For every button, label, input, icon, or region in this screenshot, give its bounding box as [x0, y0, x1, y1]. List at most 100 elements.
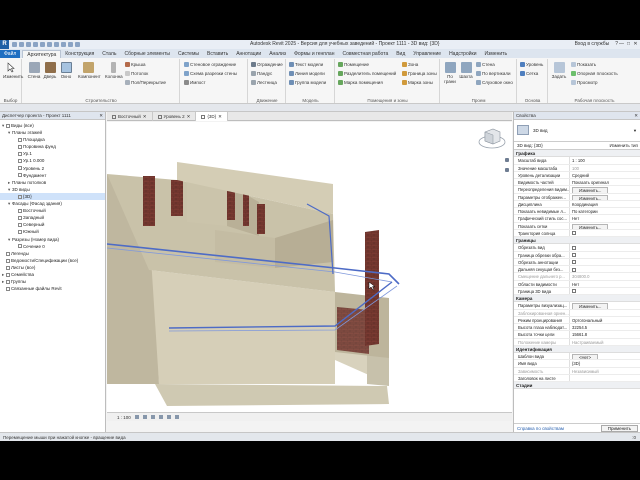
- close-icon[interactable]: ✕: [143, 112, 147, 121]
- property-value[interactable]: [570, 266, 640, 272]
- property-value[interactable]: 15661.8: [570, 331, 640, 337]
- property-edit-button[interactable]: Изменить...: [572, 223, 609, 229]
- redo-icon[interactable]: [40, 42, 45, 47]
- property-value[interactable]: Средний: [570, 172, 640, 178]
- close-icon[interactable]: ✕: [187, 112, 191, 121]
- browser-item[interactable]: ▾ 3D виды: [0, 186, 105, 193]
- stair-button[interactable]: Лестница: [251, 80, 277, 85]
- browser-item[interactable]: ▸ Планы потолков: [0, 179, 105, 186]
- maximize-button[interactable]: □: [625, 40, 632, 49]
- property-checkbox[interactable]: [572, 253, 576, 257]
- browser-item[interactable]: ▾ Виды (все): [0, 122, 105, 129]
- property-checkbox[interactable]: [572, 260, 576, 265]
- property-value[interactable]: Нет: [570, 281, 640, 287]
- mullion-button[interactable]: Импост: [184, 80, 206, 85]
- temporary-hide-icon[interactable]: [174, 415, 179, 419]
- property-value[interactable]: [570, 230, 640, 236]
- property-value[interactable]: Ортогональный: [570, 317, 640, 323]
- close-icon[interactable]: ✕: [634, 112, 638, 120]
- property-value[interactable]: Нет: [570, 215, 640, 221]
- vertical-opening-button[interactable]: По вертикали: [476, 71, 511, 76]
- browser-item[interactable]: ▸ Семейства: [0, 271, 105, 278]
- window-button[interactable]: Окно: [58, 62, 74, 79]
- print-icon[interactable]: [47, 42, 52, 47]
- view-tab-2[interactable]: {3D} ✕: [196, 112, 228, 121]
- ribbon-tab-14[interactable]: Изменить: [481, 50, 512, 58]
- save-icon[interactable]: [19, 42, 24, 47]
- visual-style-icon[interactable]: [142, 415, 147, 419]
- by-face-button[interactable]: По грани: [442, 62, 458, 84]
- close-icon[interactable]: ✕: [218, 112, 222, 121]
- tag-room-button[interactable]: Марка помещения: [338, 80, 383, 85]
- property-value[interactable]: По категории: [570, 208, 640, 214]
- property-value[interactable]: Показать оригинал: [570, 179, 640, 185]
- property-group-header[interactable]: Идентификация: [514, 345, 640, 353]
- view-cube[interactable]: [478, 126, 506, 150]
- browser-item[interactable]: Площадка: [0, 136, 105, 143]
- curtain-system-button[interactable]: Стеновое ограждение: [184, 62, 236, 67]
- properties-help-link[interactable]: Справка по свойствам: [517, 424, 564, 432]
- ribbon-tab-0[interactable]: Файл: [0, 50, 21, 58]
- shaft-button[interactable]: Шахта: [458, 62, 474, 79]
- level-button[interactable]: Уровень: [520, 62, 543, 67]
- text-icon[interactable]: [68, 42, 73, 47]
- zoom-icon[interactable]: [505, 168, 509, 172]
- browser-item[interactable]: {3D}: [0, 192, 105, 201]
- close-button[interactable]: ✕: [632, 40, 639, 49]
- ribbon-tab-13[interactable]: Надстройки: [445, 50, 480, 58]
- model-text-button[interactable]: Текст модели: [289, 62, 323, 67]
- browser-item[interactable]: ▾ Разрезы (Номер вида): [0, 236, 105, 243]
- dormer-button[interactable]: Слуховое окно: [476, 80, 513, 85]
- property-value[interactable]: 1 : 100: [570, 157, 640, 163]
- ribbon-tab-6[interactable]: Вставить: [203, 50, 232, 58]
- property-value[interactable]: [570, 375, 640, 381]
- open-icon[interactable]: [12, 42, 17, 47]
- roof-button[interactable]: Крыша: [125, 62, 145, 67]
- railing-button[interactable]: Ограждение: [251, 62, 283, 67]
- ramp-button[interactable]: Пандус: [251, 71, 272, 76]
- component-button[interactable]: Компонент: [78, 62, 101, 79]
- property-value[interactable]: 32254.5: [570, 324, 640, 330]
- undo-icon[interactable]: [33, 42, 38, 47]
- browser-item[interactable]: Восточный: [0, 207, 105, 214]
- tag-area-button[interactable]: Марка зоны: [402, 80, 433, 85]
- viewer-button[interactable]: Просмотр: [571, 80, 598, 85]
- revit-logo[interactable]: R: [0, 40, 9, 49]
- property-value[interactable]: Изменить...: [570, 186, 640, 193]
- ribbon-tab-12[interactable]: Управление: [409, 50, 445, 58]
- grid-button[interactable]: Сетка: [520, 71, 538, 76]
- ribbon-tab-9[interactable]: Формы и генплан: [290, 50, 338, 58]
- browser-item[interactable]: ▸ Группы: [0, 278, 105, 285]
- view-scale[interactable]: 1 : 100: [117, 413, 131, 422]
- wall-button[interactable]: Стена: [26, 62, 42, 79]
- property-value[interactable]: <Нет>: [570, 353, 640, 360]
- ribbon-tab-2[interactable]: Конструкция: [61, 50, 98, 58]
- apply-button[interactable]: Применить: [600, 425, 638, 432]
- property-group-header[interactable]: Графика: [514, 150, 640, 158]
- building-model[interactable]: [107, 122, 512, 412]
- floor-button[interactable]: Пол/Перекрытие: [125, 80, 166, 85]
- minimize-button[interactable]: —: [618, 40, 625, 49]
- browser-item[interactable]: Сечение 0: [0, 243, 105, 250]
- column-button[interactable]: Колонна: [105, 62, 123, 79]
- property-group-header[interactable]: Стадии: [514, 382, 640, 390]
- detail-level-icon[interactable]: [134, 415, 139, 419]
- property-value[interactable]: [570, 244, 640, 250]
- browser-item[interactable]: Поровина фунд: [0, 143, 105, 150]
- ribbon-tab-10[interactable]: Совместная работа: [338, 50, 392, 58]
- ribbon-tab-1[interactable]: Архитектура: [22, 50, 62, 58]
- browser-item[interactable]: ▾ Планы этажей: [0, 129, 105, 136]
- wall-opening-button[interactable]: Стена: [476, 62, 495, 67]
- browser-item[interactable]: Легенды: [0, 250, 105, 257]
- room-separator-button[interactable]: Разделитель помещений: [338, 71, 396, 76]
- property-group-header[interactable]: Границы: [514, 237, 640, 245]
- modify-button[interactable]: Изменить: [3, 62, 23, 79]
- close-icon[interactable]: ✕: [99, 112, 103, 120]
- ribbon-tab-7[interactable]: Аннотации: [232, 50, 265, 58]
- browser-item[interactable]: Западный: [0, 214, 105, 221]
- ref-plane-button[interactable]: Опорная плоскость: [571, 71, 618, 76]
- crop-view-icon[interactable]: [166, 415, 171, 419]
- model-group-button[interactable]: Группа модели: [289, 80, 326, 85]
- room-button[interactable]: Помещение: [338, 62, 369, 67]
- 3d-view-canvas[interactable]: [107, 122, 512, 412]
